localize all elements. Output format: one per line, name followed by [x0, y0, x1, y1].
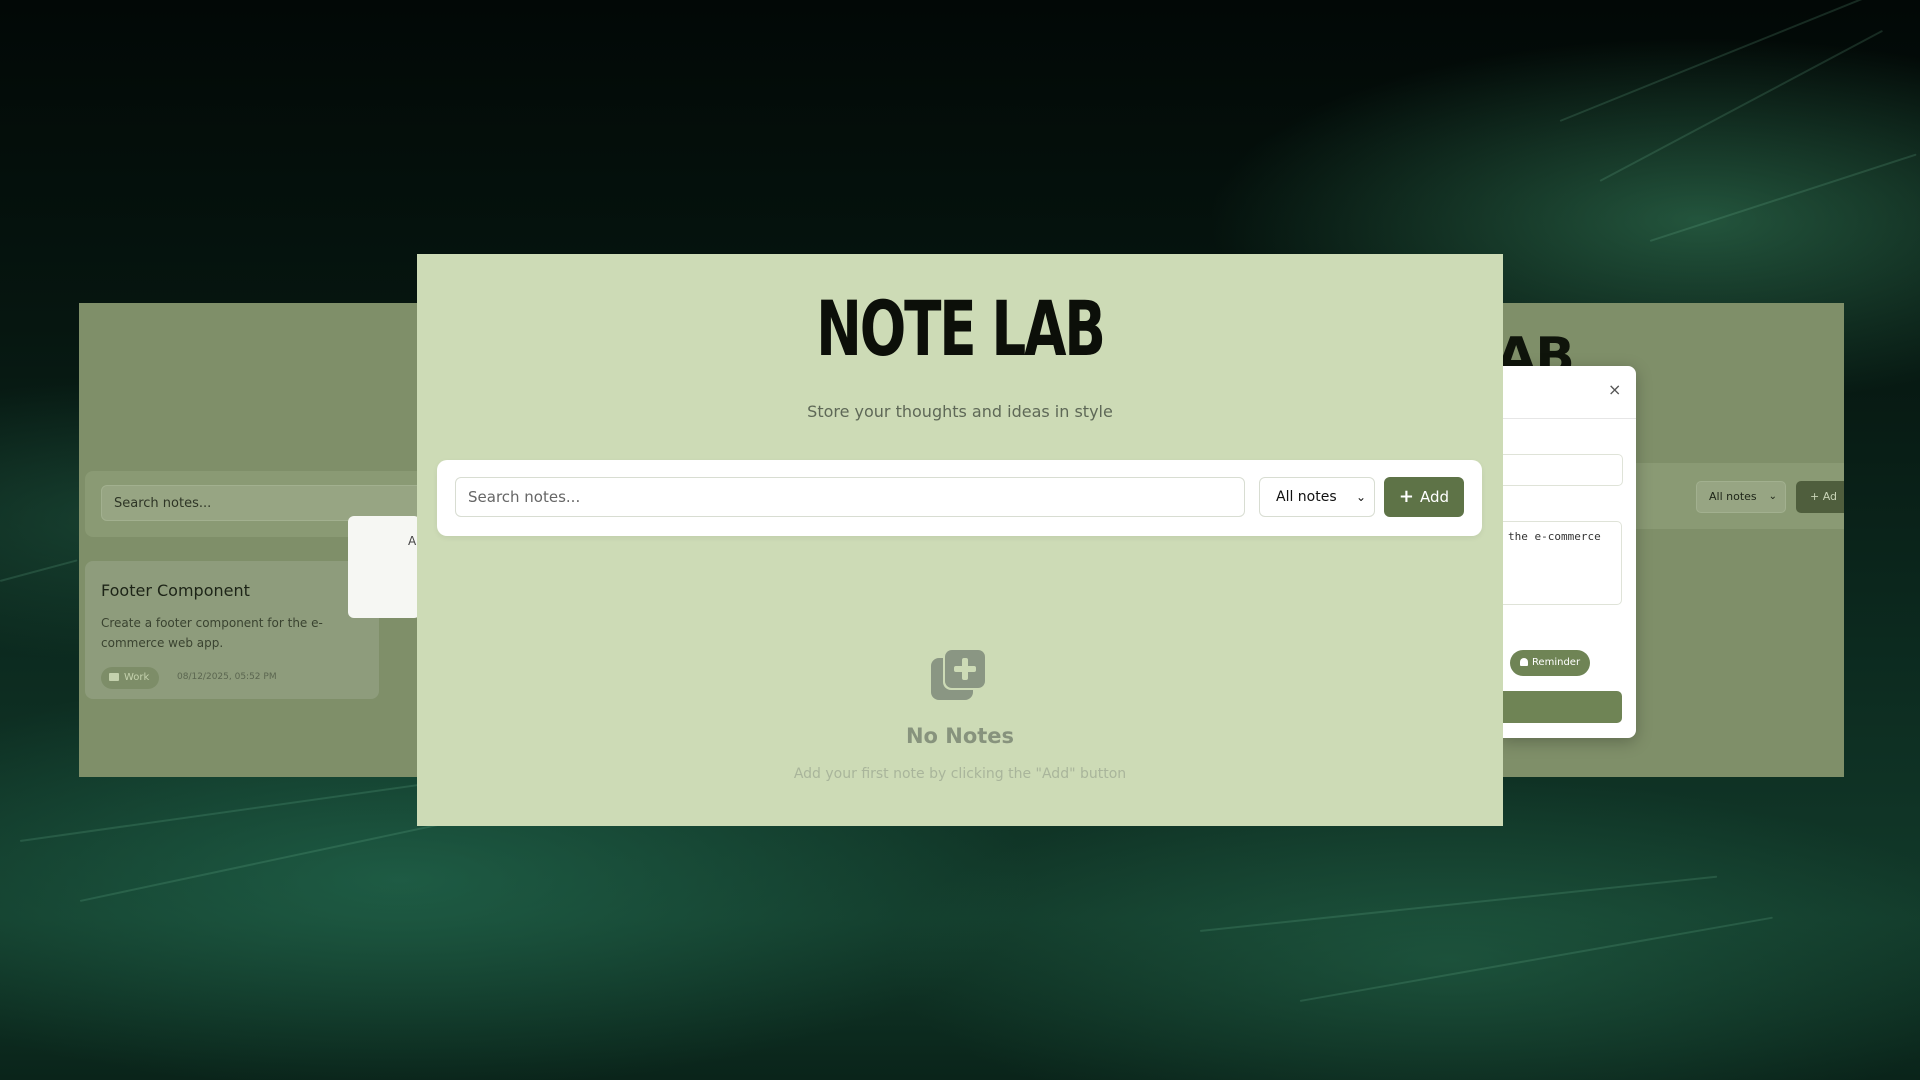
plus-icon: +	[1398, 486, 1415, 507]
app-subtitle: Store your thoughts and ideas in style	[807, 402, 1113, 421]
note-tag: Work	[101, 667, 160, 689]
briefcase-icon	[109, 673, 119, 681]
title-field[interactable]	[1500, 454, 1623, 486]
add-note-icon	[931, 648, 987, 700]
bell-icon	[1519, 658, 1528, 666]
empty-state-hint: Add your first note by clicking the "Add…	[793, 766, 1127, 782]
filter-select[interactable]: All notes ⌄	[1259, 477, 1375, 517]
reminder-label: Reminder	[1531, 657, 1581, 668]
note-card[interactable]: Footer Component Create a footer compone…	[85, 561, 379, 699]
empty-state-title: No Notes	[905, 724, 1015, 748]
filter-select[interactable]: All notes ⌄	[1696, 481, 1786, 513]
filter-label: All notes	[1709, 490, 1757, 503]
add-note-modal: × the e-commerce Reminder	[1500, 366, 1636, 738]
note-title: Footer Component	[101, 581, 250, 600]
add-label: Add	[1420, 488, 1450, 506]
reminder-button[interactable]: Reminder	[1510, 650, 1590, 676]
note-tag-label: Work	[124, 672, 150, 683]
note-date: 08/12/2025, 05:52 PM	[177, 672, 277, 682]
add-button[interactable]: + Ad	[1796, 481, 1844, 513]
chevron-down-icon: ⌄	[1768, 491, 1777, 502]
note-description: Create a footer component for the e-comm…	[101, 616, 323, 650]
divider	[1500, 418, 1636, 419]
chevron-down-icon: ⌄	[1355, 490, 1366, 504]
popup-text: A	[408, 534, 417, 548]
controls-bar: All notes ⌄ + Add	[437, 460, 1482, 536]
close-icon[interactable]: ×	[1608, 380, 1621, 399]
content-textarea[interactable]: the e-commerce	[1500, 521, 1622, 605]
popup-fragment: A	[348, 516, 420, 618]
main-window: NOTE LAB Store your thoughts and ideas i…	[417, 254, 1503, 826]
filter-label: All notes	[1276, 489, 1337, 505]
search-input[interactable]	[455, 477, 1245, 517]
save-note-button[interactable]	[1500, 691, 1622, 723]
app-title: NOTE LAB	[816, 284, 1106, 373]
add-label: Ad	[1822, 490, 1838, 503]
add-button[interactable]: + Add	[1384, 477, 1464, 517]
